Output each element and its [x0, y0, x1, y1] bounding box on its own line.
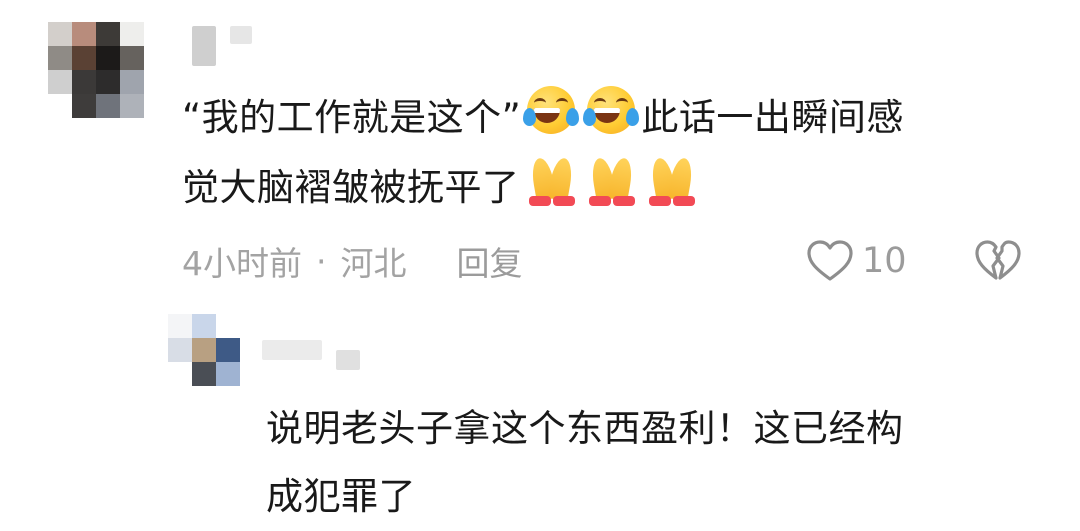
folded-hands-icon: [584, 152, 640, 208]
meta-separator: ·: [316, 241, 327, 281]
broken-heart-outline-icon: [975, 240, 1021, 280]
like-count: 10: [862, 241, 907, 281]
dislike-button[interactable]: [972, 236, 1024, 286]
reply-line-2: 成犯罪了: [266, 475, 416, 518]
reply-line-1: 说明老头子拿这个东西盈利！这已经构: [266, 407, 904, 450]
comment-time: 4小时前: [182, 244, 302, 283]
comment-meta: 4小时前 · 河北 回复: [182, 236, 523, 286]
folded-hands-icon: [524, 152, 580, 208]
comment-location: 河北: [340, 244, 407, 283]
comment-line-1: “我的工作就是这个” 此话一出瞬间感: [182, 82, 1052, 152]
comment-text: “我的工作就是这个” 此话一出瞬间感 觉大脑褶皱被抚平了: [182, 82, 1052, 222]
replier-avatar[interactable]: [168, 314, 240, 386]
replier-username[interactable]: [262, 340, 360, 370]
like-button[interactable]: 10: [806, 236, 907, 286]
commenter-avatar[interactable]: [48, 22, 144, 118]
face-with-tears-of-joy-icon: [523, 82, 580, 138]
folded-hands-icon: [644, 152, 700, 208]
commenter-username[interactable]: [192, 26, 252, 66]
comment-line-2: 觉大脑褶皱被抚平了: [182, 152, 1052, 222]
face-with-tears-of-joy-icon: [583, 82, 640, 138]
reply-text: 说明老头子拿这个东西盈利！这已经构 成犯罪了: [266, 395, 1056, 531]
heart-outline-icon: [807, 240, 853, 281]
reply-button[interactable]: 回复: [457, 237, 523, 285]
